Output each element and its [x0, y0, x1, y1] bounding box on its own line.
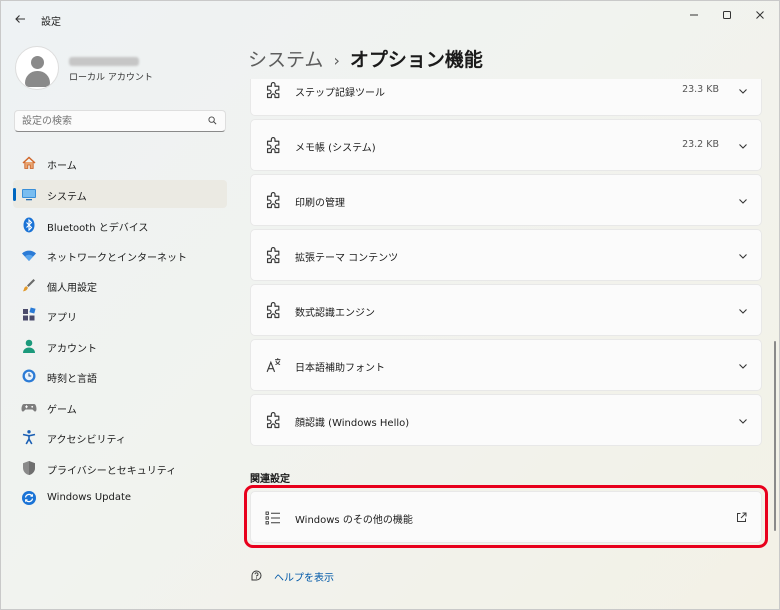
sidebar-item-accounts[interactable]: アカウント	[13, 332, 227, 360]
feature-row[interactable]: メモ帳 (システム) 23.2 KB	[250, 119, 762, 171]
sidebar-item-home[interactable]: ホーム	[13, 149, 227, 177]
avatar[interactable]	[15, 46, 59, 90]
puzzle-icon	[266, 82, 280, 99]
feature-name: メモ帳 (システム)	[295, 143, 376, 154]
puzzle-icon	[266, 247, 280, 264]
scrollbar[interactable]	[774, 341, 776, 531]
sidebar-item-gaming[interactable]: ゲーム	[13, 393, 227, 421]
font-icon	[266, 358, 281, 373]
avatar-head-shape	[31, 56, 44, 69]
feature-row[interactable]: 日本語補助フォント	[250, 339, 762, 391]
chevron-down-icon[interactable]	[738, 306, 748, 316]
minimize-icon	[690, 14, 698, 16]
puzzle-icon	[266, 192, 280, 209]
account-icon	[23, 339, 35, 353]
search-box[interactable]	[14, 110, 226, 132]
sidebar-item-label: ネットワークとインターネット	[47, 253, 187, 264]
sidebar-item-label: システム	[47, 192, 87, 203]
feature-row[interactable]: 顔認識 (Windows Hello)	[250, 394, 762, 446]
sidebar-item-privacy[interactable]: プライバシーとセキュリティ	[13, 454, 227, 482]
close-icon	[756, 11, 764, 19]
sidebar-item-label: ゲーム	[47, 405, 77, 416]
feature-name: ステップ記録ツール	[295, 88, 385, 99]
account-type: ローカル アカウント	[69, 73, 153, 83]
sidebar-item-personalization[interactable]: 個人用設定	[13, 271, 227, 299]
minimize-button[interactable]	[679, 6, 709, 26]
breadcrumb: システム › オプション機能	[248, 45, 483, 75]
apps-icon	[23, 307, 36, 321]
home-icon	[22, 156, 36, 169]
app-title: 設定	[41, 17, 61, 28]
windows-update-icon	[22, 491, 36, 505]
puzzle-icon	[266, 302, 280, 319]
chevron-down-icon[interactable]	[738, 361, 748, 371]
chevron-down-icon[interactable]	[738, 141, 748, 151]
help-link-label: ヘルプを表示	[274, 573, 334, 584]
puzzle-icon	[266, 137, 280, 154]
feature-row[interactable]: 印刷の管理	[250, 174, 762, 226]
feature-name: 印刷の管理	[295, 198, 345, 209]
help-icon	[251, 570, 262, 581]
search-input[interactable]	[22, 114, 202, 128]
system-monitor-icon	[22, 189, 36, 201]
sidebar-item-label: プライバシーとセキュリティ	[47, 466, 177, 477]
shield-icon	[23, 461, 35, 475]
accessibility-icon	[22, 430, 36, 445]
highlight-annotation	[244, 485, 768, 548]
title-bar: 設定	[1, 1, 779, 37]
chevron-down-icon[interactable]	[738, 416, 748, 426]
paint-brush-icon	[22, 279, 35, 292]
feature-name: 日本語補助フォント	[295, 363, 385, 374]
feature-name: 顔認識 (Windows Hello)	[295, 418, 410, 429]
related-settings-heading: 関連設定	[250, 474, 290, 485]
feature-name: 数式認識エンジン	[295, 308, 375, 319]
close-button[interactable]	[745, 6, 775, 26]
sidebar-item-time-language[interactable]: 時刻と言語	[13, 362, 227, 390]
sidebar-item-label: アプリ	[47, 313, 77, 324]
sidebar-item-apps[interactable]: アプリ	[13, 301, 227, 329]
active-indicator	[13, 188, 16, 201]
sidebar-item-label: アクセシビリティ	[47, 435, 126, 446]
feature-row[interactable]: 数式認識エンジン	[250, 284, 762, 336]
breadcrumb-separator: ›	[333, 51, 340, 70]
feature-row[interactable]: ステップ記録ツール 23.3 KB	[250, 79, 762, 116]
search-icon[interactable]	[208, 116, 217, 125]
content-scroll-area: ステップ記録ツール 23.3 KB メモ帳 (システム) 23.2 KB 印刷の…	[241, 79, 771, 610]
feature-name: 拡張テーマ コンテンツ	[295, 253, 399, 264]
time-language-icon	[22, 369, 36, 383]
avatar-body-shape	[25, 71, 50, 87]
sidebar-item-system[interactable]: システム	[13, 180, 227, 208]
sidebar-item-label: 個人用設定	[47, 283, 97, 294]
chevron-down-icon[interactable]	[738, 196, 748, 206]
page-title: オプション機能	[349, 49, 483, 71]
feature-size: 23.3 KB	[682, 84, 719, 95]
sidebar-item-accessibility[interactable]: アクセシビリティ	[13, 423, 227, 451]
sidebar-item-label: Bluetooth とデバイス	[47, 223, 149, 234]
back-arrow-icon	[15, 15, 25, 23]
feature-row[interactable]: 拡張テーマ コンテンツ	[250, 229, 762, 281]
puzzle-icon	[266, 412, 280, 429]
settings-window: 設定 ローカル アカウント ホーム	[0, 0, 780, 610]
sidebar-item-bluetooth[interactable]: Bluetooth とデバイス	[13, 211, 227, 239]
chevron-down-icon[interactable]	[738, 251, 748, 261]
sidebar-item-label: 時刻と言語	[47, 374, 97, 385]
wifi-icon	[22, 250, 36, 261]
bluetooth-icon	[23, 217, 35, 233]
breadcrumb-parent[interactable]: システム	[248, 49, 323, 71]
feature-size: 23.2 KB	[682, 139, 719, 150]
maximize-button[interactable]	[712, 6, 742, 26]
back-button[interactable]	[9, 9, 31, 29]
sidebar-item-label: Windows Update	[47, 492, 132, 503]
sidebar-item-network[interactable]: ネットワークとインターネット	[13, 241, 227, 269]
chevron-down-icon[interactable]	[738, 86, 748, 96]
maximize-icon	[723, 11, 731, 19]
gamepad-icon	[21, 404, 37, 412]
user-name-blurred	[69, 57, 139, 66]
sidebar-item-label: アカウント	[47, 344, 97, 355]
sidebar-item-windows-update[interactable]: Windows Update	[13, 484, 227, 512]
sidebar-item-label: ホーム	[47, 161, 77, 172]
